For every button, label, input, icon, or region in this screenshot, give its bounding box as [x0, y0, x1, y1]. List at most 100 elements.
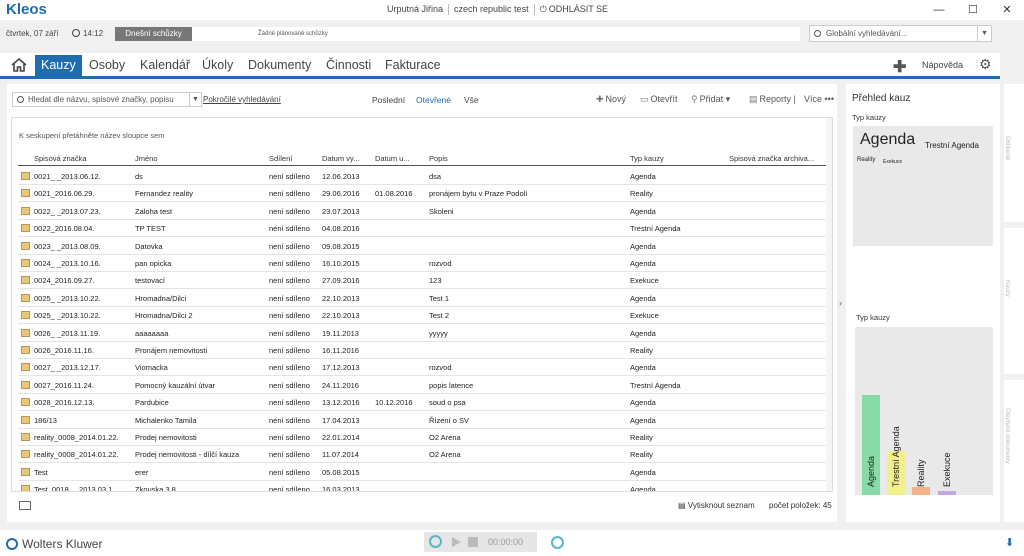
chevron-right-icon[interactable]: ›: [839, 298, 842, 308]
more-icon: •••: [822, 94, 834, 104]
gear-icon[interactable]: ⚙: [979, 56, 992, 73]
camera-icon[interactable]: [19, 501, 31, 510]
table-row[interactable]: 0022_ _2013.07.23. Zaloha test není sdílen…: [18, 203, 832, 220]
tab-cinnosti[interactable]: Činnosti: [326, 57, 371, 76]
table-cell: Test 1: [429, 293, 450, 303]
table-row[interactable]: 0022_2016.08.04. TP TEST není sdíleno 04.08…: [18, 220, 832, 238]
side-tab-open-documents[interactable]: Otevřené dokumenty: [1004, 380, 1024, 522]
table-row[interactable]: 0026_2016.11.16. Pronájem nemovitosti není…: [18, 342, 832, 359]
current-date: čtvrtek, 07 září: [6, 29, 59, 38]
minimize-button[interactable]: —: [922, 0, 956, 20]
table-cell: 22.10.2013: [322, 311, 360, 321]
cloud-item[interactable]: Trestní Agenda: [925, 141, 979, 150]
tab-osoby[interactable]: Osoby: [89, 57, 125, 76]
filter-all[interactable]: Vše: [464, 95, 479, 105]
table-row[interactable]: 0021_2016.06.29. Fernandez reality není sd…: [18, 185, 832, 203]
user-info: Urputná Jiřina czech republic test ⏻ ODHL…: [382, 4, 613, 15]
table-cell: Agenda: [630, 293, 656, 303]
table-cell: 0022_2016.08.04.: [34, 224, 95, 234]
column-header[interactable]: Jméno: [135, 154, 158, 163]
table-row[interactable]: reality_0008_2014.01.22. Prodej nemovitos…: [18, 429, 832, 446]
table-cell: 0028_2016.12.13.: [34, 398, 95, 408]
table-row[interactable]: 0021_ _2013.06.12. ds není sdíleno 12.06.20…: [18, 168, 832, 185]
history-icon[interactable]: [551, 536, 564, 549]
filter-open[interactable]: Otevřené: [416, 95, 451, 105]
tab-fakturace[interactable]: Fakturace: [385, 57, 441, 76]
close-button[interactable]: ✕: [990, 0, 1024, 20]
table-row[interactable]: 0023_ _2013.08.09. Datovka není sdíleno 09.…: [18, 238, 832, 255]
table-cell: 0023_ _2013.08.09.: [34, 241, 101, 251]
column-header[interactable]: Typ kauzy: [630, 154, 664, 163]
table-cell: Agenda: [630, 172, 656, 181]
open-button[interactable]: ▭ Otevřít: [640, 94, 678, 105]
plus-icon: ✚: [596, 94, 604, 104]
tab-dokumenty[interactable]: Dokumenty: [248, 57, 311, 76]
chart-bar[interactable]: [912, 487, 930, 495]
table-row[interactable]: 0025_ _2013.10.22. Hromadna/Dilci není sdí…: [18, 290, 832, 307]
column-header[interactable]: Datum u...: [375, 154, 410, 163]
help-link[interactable]: Nápověda: [922, 60, 963, 70]
folder-icon: [21, 189, 30, 198]
clock-icon[interactable]: [429, 535, 442, 548]
table-row[interactable]: 0027_ _2013.12.17. Viomacka není sdíleno 17…: [18, 359, 832, 377]
table-row[interactable]: 0027_2016.11.24. Pomocný kauzální útvar ne…: [18, 377, 832, 394]
play-icon[interactable]: [452, 537, 461, 547]
column-header[interactable]: Sdílení: [269, 154, 292, 163]
chart-category-label: Reality: [916, 459, 926, 487]
tab-kauzy[interactable]: Kauzy: [35, 55, 82, 76]
cloud-item[interactable]: Agenda: [860, 131, 915, 149]
maximize-button[interactable]: ☐: [956, 0, 990, 20]
table-row[interactable]: 0028_2016.12.13. Pardubice není sdíleno 13.…: [18, 394, 832, 412]
user-name[interactable]: Urputná Jiřina: [382, 4, 450, 15]
side-tab-cases[interactable]: Kauzy: [1004, 228, 1024, 374]
table-row[interactable]: 0024_ _2013.10.16. pan opicka není sdíleno…: [18, 255, 832, 272]
global-search-input[interactable]: Globální vyhledávání... ▼: [809, 25, 992, 42]
table-cell: není sdíleno: [269, 346, 310, 355]
chevron-down-icon[interactable]: ▼: [977, 26, 991, 41]
download-icon[interactable]: ⬇: [1005, 536, 1014, 549]
logout-button[interactable]: ⏻ ODHLÁSIT SE: [535, 4, 613, 15]
table-row[interactable]: reality_0008_2014.01.22. Prodej nemovitos…: [18, 446, 832, 464]
table-row[interactable]: Test erer není sdíleno 05.08.2015 Agenda: [18, 464, 832, 481]
add-button[interactable]: ⚲ Přidat ▾: [691, 94, 730, 105]
table-cell: 22.10.2013: [322, 293, 360, 303]
home-icon[interactable]: [11, 57, 27, 73]
tab-kalendar[interactable]: Kalendář: [140, 57, 190, 76]
filter-recent[interactable]: Poslední: [372, 95, 405, 105]
stop-icon[interactable]: [468, 537, 478, 547]
table-cell: 0025_ _2013.10.22.: [34, 293, 101, 303]
company-name[interactable]: czech republic test: [449, 4, 535, 15]
table-cell: není sdíleno: [269, 189, 310, 199]
more-button[interactable]: Více •••: [804, 94, 834, 104]
table-row[interactable]: 0024_2016.09.27. testovací není sdíleno 27.…: [18, 272, 832, 290]
table-cell: 01.08.2016: [375, 189, 413, 199]
table-row[interactable]: 0026_ _2013.11.19. aaaaaaaa není sdíleno 19…: [18, 325, 832, 342]
table-cell: Agenda: [630, 328, 656, 338]
reports-button[interactable]: ▤ Reporty |: [749, 94, 796, 105]
column-header[interactable]: Datum vy...: [322, 154, 359, 163]
advanced-search-link[interactable]: Pokročilé vyhledávání: [203, 95, 281, 104]
case-search-input[interactable]: Hledat dle názvu, spisové značky, popisu…: [12, 92, 202, 107]
table-row[interactable]: 0025_ _2013.10.22. Hromadna/Dilci 2 není s…: [18, 307, 832, 325]
folder-icon: [21, 346, 30, 354]
plus-icon[interactable]: ✚: [893, 57, 906, 77]
column-header[interactable]: Popis: [429, 154, 448, 163]
new-button[interactable]: ✚ Nový: [596, 94, 626, 105]
column-header[interactable]: Spisová značka archiva...: [729, 154, 814, 163]
todays-meetings-button[interactable]: Dnešní schůzky: [115, 27, 192, 41]
cloud-item[interactable]: Reality: [857, 157, 875, 163]
table-row[interactable]: 186/13 Michalenko Tamila není sdíleno 17.04…: [18, 412, 832, 429]
print-list-button[interactable]: ▤ Vytisknout seznam: [678, 501, 755, 510]
folder-icon: [21, 259, 30, 267]
side-tab-favorites[interactable]: Oblíbené: [1004, 84, 1024, 222]
chart-bar[interactable]: [938, 491, 956, 495]
info-bar: čtvrtek, 07 září 14:12 Dnešní schůzky Žá…: [0, 22, 1024, 46]
column-header[interactable]: Spisová značka: [34, 154, 87, 163]
table-cell: Reality: [630, 433, 653, 442]
chevron-down-icon[interactable]: ▼: [189, 93, 201, 106]
cases-grid: K seskupení přetáhněte název sloupce sem…: [11, 117, 833, 492]
vertical-scrollbar[interactable]: [826, 118, 832, 491]
tab-ukoly[interactable]: Úkoly: [202, 57, 233, 76]
table-row[interactable]: Test_0018_ _2013.03.1... Zkouska 3.8 není …: [18, 481, 832, 491]
cloud-item[interactable]: Exekuce: [883, 159, 902, 165]
